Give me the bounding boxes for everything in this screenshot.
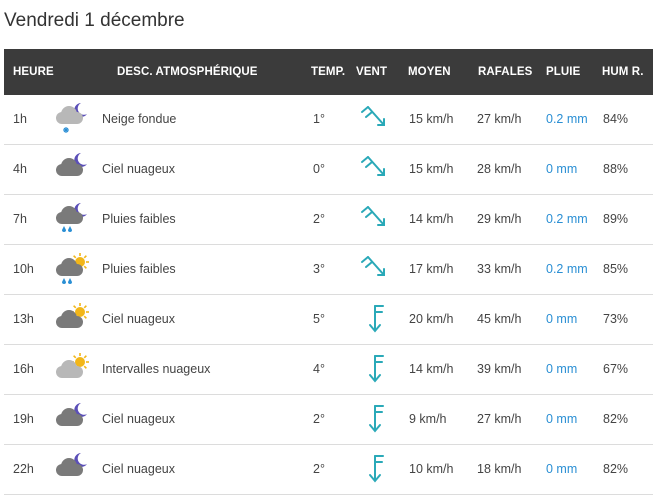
page-title: Vendredi 1 décembre <box>4 10 185 31</box>
row-hour: 16h <box>13 362 34 376</box>
header-hour: HEURE <box>13 66 54 78</box>
row-description: Ciel nuageux <box>102 312 175 326</box>
row-hour: 10h <box>13 262 34 276</box>
row-wind-gust: 27 km/h <box>477 112 522 126</box>
row-hour: 4h <box>13 162 27 176</box>
day-rain-icon <box>52 245 90 294</box>
header-avg: MOYEN <box>408 66 451 78</box>
row-rain: 0.2 mm <box>546 212 588 226</box>
row-wind-average: 15 km/h <box>409 112 454 126</box>
header-wind: VENT <box>356 66 388 78</box>
wind-arrow-north-icon <box>356 395 394 444</box>
row-wind-gust: 45 km/h <box>477 312 522 326</box>
row-humidity: 82% <box>603 412 629 426</box>
night-sleet-icon <box>52 95 90 144</box>
row-rain: 0 mm <box>546 362 578 376</box>
table-row: 22h Ciel nuageux 2° 10 km/h 18 km/h 0 mm… <box>4 445 653 495</box>
night-cloudy-icon <box>52 145 90 194</box>
wind-arrow-north-icon <box>356 345 394 394</box>
wind-arrow-northwest-icon <box>356 195 394 244</box>
row-humidity: 85% <box>603 262 629 276</box>
row-wind-average: 14 km/h <box>409 212 454 226</box>
table-row: 16h Intervalles nuageux 4° 14 km/h 39 km… <box>4 345 653 395</box>
table-header: HEURE DESC. ATMOSPHÉRIQUE TEMP. VENT MOY… <box>4 49 653 95</box>
table-row: 4h Ciel nuageux 0° 15 km/h 28 km/h 0 mm … <box>4 145 653 195</box>
row-description: Ciel nuageux <box>102 162 175 176</box>
row-description: Pluies faibles <box>102 212 176 226</box>
row-description: Intervalles nuageux <box>102 362 211 376</box>
table-row: 7h Pluies faibles 2° 14 km/h 29 km/h 0.2… <box>4 195 653 245</box>
row-wind-gust: 29 km/h <box>477 212 522 226</box>
night-rain-icon <box>52 195 90 244</box>
row-rain: 0 mm <box>546 312 578 326</box>
row-wind-gust: 39 km/h <box>477 362 522 376</box>
row-wind-average: 20 km/h <box>409 312 454 326</box>
table-row: 10h Pluies faibles 3° 17 km/h 33 km/h 0.… <box>4 245 653 295</box>
row-humidity: 73% <box>603 312 629 326</box>
row-wind-average: 15 km/h <box>409 162 454 176</box>
row-hour: 19h <box>13 412 34 426</box>
wind-arrow-northwest-icon <box>356 145 394 194</box>
wind-arrow-northwest-icon <box>356 95 394 144</box>
header-desc: DESC. ATMOSPHÉRIQUE <box>117 66 258 78</box>
night-cloudy-icon <box>52 395 90 444</box>
wind-arrow-north-icon <box>356 295 394 344</box>
wind-arrow-northwest-icon <box>356 245 394 294</box>
row-description: Pluies faibles <box>102 262 176 276</box>
row-description: Ciel nuageux <box>102 412 175 426</box>
row-rain: 0.2 mm <box>546 262 588 276</box>
table-body: 1h Neige fondue 1° 15 km/h 27 km/h 0.2 m… <box>4 95 653 495</box>
row-wind-gust: 27 km/h <box>477 412 522 426</box>
row-description: Neige fondue <box>102 112 177 126</box>
row-hour: 1h <box>13 112 27 126</box>
row-temperature: 0° <box>313 162 325 176</box>
row-hour: 13h <box>13 312 34 326</box>
row-rain: 0 mm <box>546 412 578 426</box>
row-humidity: 88% <box>603 162 629 176</box>
header-temp: TEMP. <box>311 66 346 78</box>
row-temperature: 4° <box>313 362 325 376</box>
row-humidity: 67% <box>603 362 629 376</box>
header-hum: HUM R. <box>602 66 644 78</box>
row-wind-average: 17 km/h <box>409 262 454 276</box>
table-row: 1h Neige fondue 1° 15 km/h 27 km/h 0.2 m… <box>4 95 653 145</box>
header-rain: PLUIE <box>546 66 581 78</box>
day-partly-cloudy-icon <box>52 345 90 394</box>
row-temperature: 2° <box>313 412 325 426</box>
row-temperature: 2° <box>313 212 325 226</box>
row-wind-gust: 33 km/h <box>477 262 522 276</box>
header-gust: RAFALES <box>478 66 533 78</box>
row-temperature: 1° <box>313 112 325 126</box>
row-temperature: 5° <box>313 312 325 326</box>
table-row: 13h Ciel nuageux 5° 20 km/h 45 km/h 0 mm… <box>4 295 653 345</box>
row-hour: 7h <box>13 212 27 226</box>
day-cloudy-icon <box>52 295 90 344</box>
row-humidity: 89% <box>603 212 629 226</box>
row-wind-average: 14 km/h <box>409 362 454 376</box>
row-temperature: 3° <box>313 262 325 276</box>
row-humidity: 84% <box>603 112 629 126</box>
row-wind-average: 9 km/h <box>409 412 447 426</box>
forecast-table: HEURE DESC. ATMOSPHÉRIQUE TEMP. VENT MOY… <box>4 49 653 495</box>
table-row: 19h Ciel nuageux 2° 9 km/h 27 km/h 0 mm … <box>4 395 653 445</box>
row-wind-gust: 28 km/h <box>477 162 522 176</box>
row-rain: 0.2 mm <box>546 112 588 126</box>
row-rain: 0 mm <box>546 162 578 176</box>
